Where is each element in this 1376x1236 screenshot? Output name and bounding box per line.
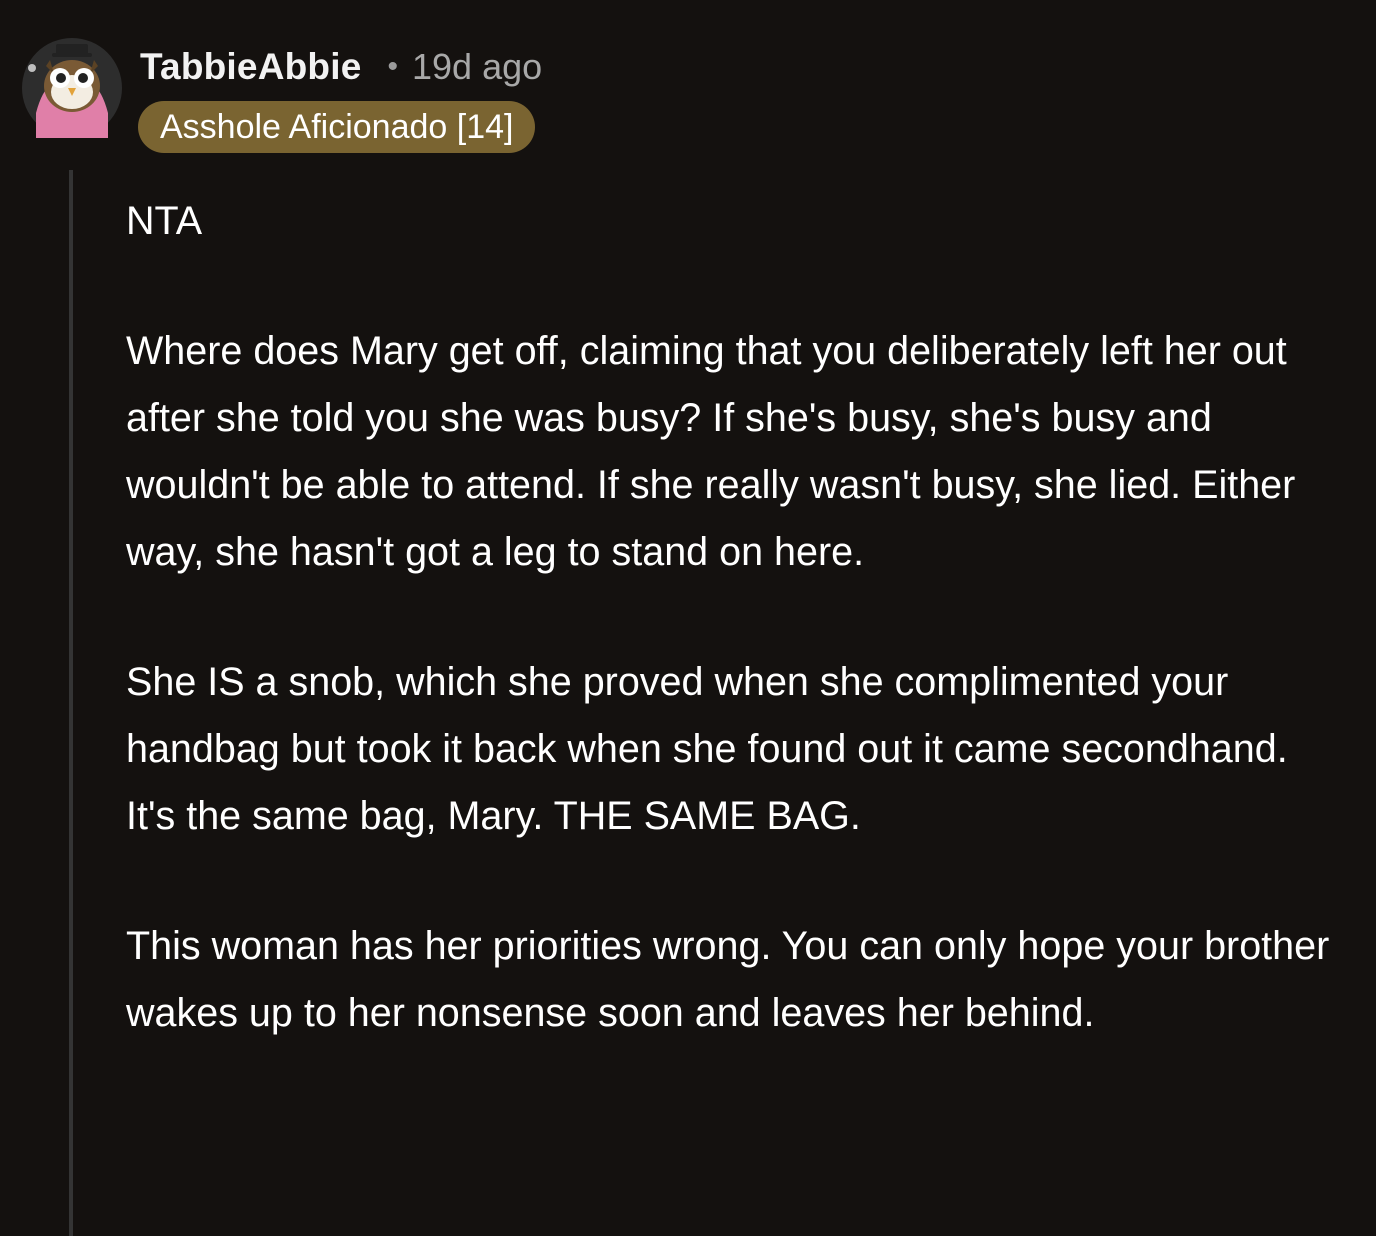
thread-line[interactable] — [69, 170, 73, 1236]
comment-body: NTA Where does Mary get off, claiming th… — [126, 188, 1346, 1110]
username-link[interactable]: TabbieAbbie — [140, 46, 361, 88]
comment-paragraph: She IS a snob, which she proved when she… — [126, 660, 1288, 838]
comment-paragraph: Where does Mary get off, claiming that y… — [126, 329, 1296, 574]
user-flair-badge: Asshole Aficionado [14] — [138, 101, 536, 153]
comment-paragraph: This woman has her priorities wrong. You… — [126, 924, 1330, 1035]
user-avatar[interactable] — [22, 38, 122, 138]
meta-separator: • — [387, 50, 398, 83]
comment-paragraph: NTA — [126, 199, 203, 243]
owl-avatar-icon — [22, 38, 122, 138]
comment-header: TabbieAbbie • 19d ago — [140, 44, 542, 90]
comment-timestamp[interactable]: 19d ago — [412, 46, 542, 88]
